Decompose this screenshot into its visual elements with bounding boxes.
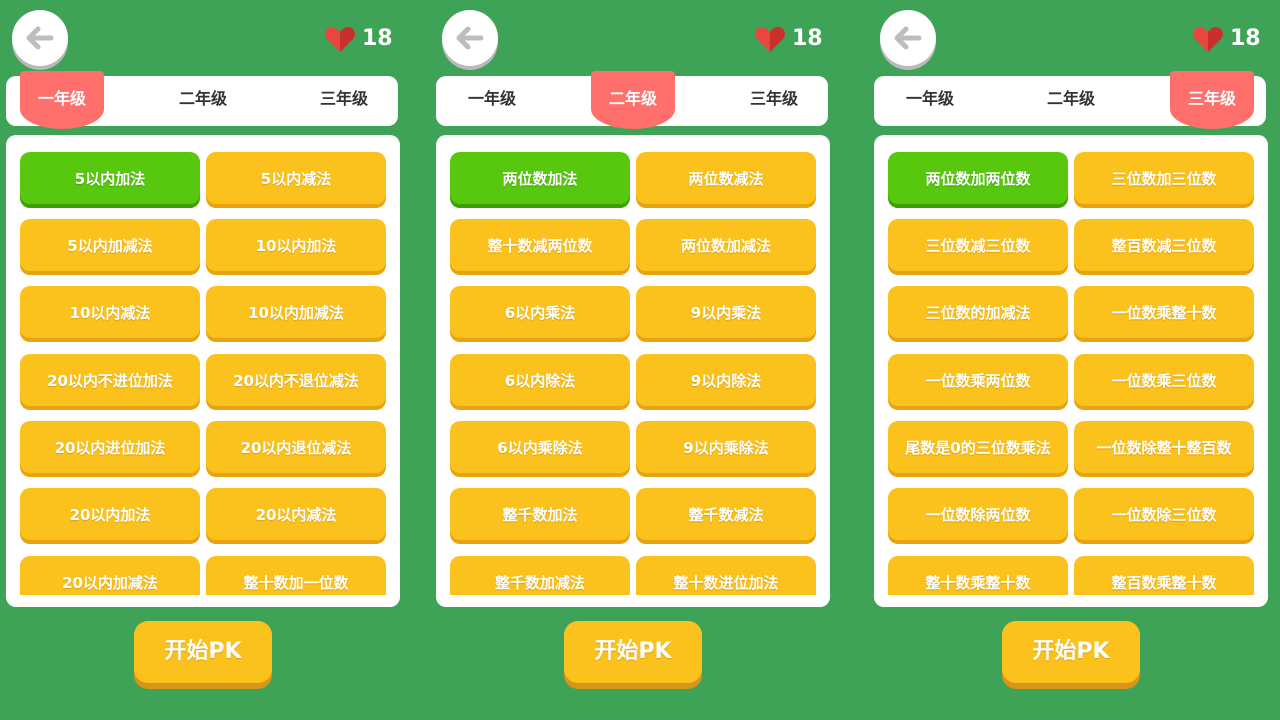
grade-panel-3: 18 一年级 二年级 三年级 两位数加两位数 三位数加三位数 三位数减三位数 整… [868, 0, 1278, 720]
operation-button[interactable]: 整十数进位加法 [636, 556, 816, 595]
screen: 18 一年级 二年级 三年级 5以内加法 5以内减法 5以内加减法 10以内加法… [0, 0, 1280, 720]
operation-button[interactable]: 两位数加减法 [636, 219, 816, 271]
operation-button[interactable]: 10以内减法 [20, 286, 200, 338]
operation-button[interactable]: 20以内退位减法 [206, 421, 386, 473]
start-pk-button[interactable]: 开始PK [134, 621, 272, 683]
operation-button[interactable]: 三位数减三位数 [888, 219, 1068, 271]
operation-button[interactable]: 两位数加法 [450, 152, 630, 204]
tab-grade-1[interactable]: 一年级 [888, 76, 972, 126]
operation-button[interactable]: 20以内不进位加法 [20, 354, 200, 406]
operation-button[interactable]: 5以内减法 [206, 152, 386, 204]
operation-button[interactable]: 10以内加法 [206, 219, 386, 271]
operation-list[interactable]: 5以内加法 5以内减法 5以内加减法 10以内加法 10以内减法 10以内加减法… [6, 135, 400, 607]
hearts-counter: 18 [750, 22, 830, 56]
operation-button[interactable]: 5以内加法 [20, 152, 200, 204]
tab-grade-2[interactable]: 二年级 [1029, 76, 1113, 126]
heart-count: 18 [792, 26, 823, 51]
heart-count: 18 [1230, 26, 1261, 51]
grade-panel-2: 18 一年级 二年级 三年级 两位数加法 两位数减法 整十数减两位数 两位数加减… [430, 0, 840, 720]
operation-button[interactable]: 整十数乘整十数 [888, 556, 1068, 595]
tab-grade-2[interactable]: 二年级 [591, 71, 675, 129]
operation-button[interactable]: 整千数减法 [636, 488, 816, 540]
heart-icon [325, 27, 355, 52]
operation-button[interactable]: 9以内乘除法 [636, 421, 816, 473]
operation-button[interactable]: 整百数减三位数 [1074, 219, 1254, 271]
operation-button[interactable]: 9以内除法 [636, 354, 816, 406]
start-pk-button[interactable]: 开始PK [1002, 621, 1140, 683]
operation-button[interactable]: 20以内进位加法 [20, 421, 200, 473]
operation-grid: 5以内加法 5以内减法 5以内加减法 10以内加法 10以内减法 10以内加减法… [6, 135, 400, 595]
operation-button[interactable]: 20以内减法 [206, 488, 386, 540]
grade-tabs: 一年级 二年级 三年级 [6, 71, 398, 129]
operation-button[interactable]: 整十数减两位数 [450, 219, 630, 271]
back-button[interactable] [12, 10, 68, 66]
heart-count: 18 [362, 26, 393, 51]
operation-button[interactable]: 三位数的加减法 [888, 286, 1068, 338]
operation-button[interactable]: 5以内加减法 [20, 219, 200, 271]
back-button[interactable] [442, 10, 498, 66]
operation-button[interactable]: 一位数除三位数 [1074, 488, 1254, 540]
operation-button[interactable]: 6以内除法 [450, 354, 630, 406]
grade-panel-1: 18 一年级 二年级 三年级 5以内加法 5以内减法 5以内加减法 10以内加法… [0, 0, 410, 720]
operation-button[interactable]: 10以内加减法 [206, 286, 386, 338]
operation-button[interactable]: 6以内乘法 [450, 286, 630, 338]
operation-button[interactable]: 一位数乘整十数 [1074, 286, 1254, 338]
operation-grid: 两位数加法 两位数减法 整十数减两位数 两位数加减法 6以内乘法 9以内乘法 6… [436, 135, 830, 595]
operation-list[interactable]: 两位数加两位数 三位数加三位数 三位数减三位数 整百数减三位数 三位数的加减法 … [874, 135, 1268, 607]
operation-grid: 两位数加两位数 三位数加三位数 三位数减三位数 整百数减三位数 三位数的加减法 … [874, 135, 1268, 595]
operation-button[interactable]: 整百数乘整十数 [1074, 556, 1254, 595]
operation-button[interactable]: 一位数乘两位数 [888, 354, 1068, 406]
operation-button[interactable]: 20以内加法 [20, 488, 200, 540]
tab-grade-3[interactable]: 三年级 [302, 76, 386, 126]
back-button[interactable] [880, 10, 936, 66]
operation-button[interactable]: 20以内不退位减法 [206, 354, 386, 406]
hearts-counter: 18 [1188, 22, 1268, 56]
tab-grade-3[interactable]: 三年级 [1170, 71, 1254, 129]
operation-list[interactable]: 两位数加法 两位数减法 整十数减两位数 两位数加减法 6以内乘法 9以内乘法 6… [436, 135, 830, 607]
tab-grade-3[interactable]: 三年级 [732, 76, 816, 126]
operation-button[interactable]: 9以内乘法 [636, 286, 816, 338]
operation-button[interactable]: 20以内加减法 [20, 556, 200, 595]
left-arrow-icon [456, 26, 484, 50]
grade-tabs: 一年级 二年级 三年级 [874, 71, 1266, 129]
start-pk-button[interactable]: 开始PK [564, 621, 702, 683]
hearts-counter: 18 [320, 22, 400, 56]
operation-button[interactable]: 一位数乘三位数 [1074, 354, 1254, 406]
operation-button[interactable]: 两位数减法 [636, 152, 816, 204]
operation-button[interactable]: 一位数除两位数 [888, 488, 1068, 540]
left-arrow-icon [26, 26, 54, 50]
grade-tabs: 一年级 二年级 三年级 [436, 71, 828, 129]
operation-button[interactable]: 整千数加法 [450, 488, 630, 540]
tab-grade-1[interactable]: 一年级 [450, 76, 534, 126]
tab-grade-1[interactable]: 一年级 [20, 71, 104, 129]
heart-icon [1193, 27, 1223, 52]
operation-button[interactable]: 整十数加一位数 [206, 556, 386, 595]
tab-grade-2[interactable]: 二年级 [161, 76, 245, 126]
operation-button[interactable]: 6以内乘除法 [450, 421, 630, 473]
operation-button[interactable]: 尾数是0的三位数乘法 [888, 421, 1068, 473]
operation-button[interactable]: 一位数除整十整百数 [1074, 421, 1254, 473]
left-arrow-icon [894, 26, 922, 50]
operation-button[interactable]: 两位数加两位数 [888, 152, 1068, 204]
operation-button[interactable]: 整千数加减法 [450, 556, 630, 595]
heart-icon [755, 27, 785, 52]
operation-button[interactable]: 三位数加三位数 [1074, 152, 1254, 204]
